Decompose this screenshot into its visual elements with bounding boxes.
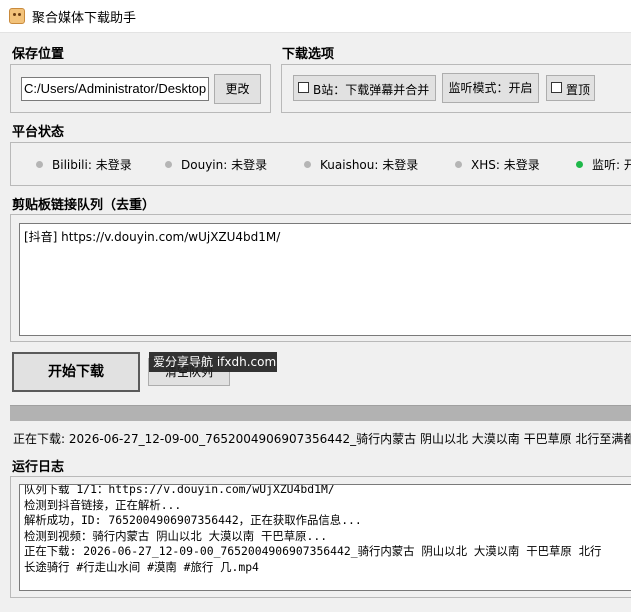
- log-line: 检测到视频：骑行内蒙古 阴山以北 大漠以南 干巴草原...: [24, 528, 328, 543]
- window-title: 聚合媒体下载助手: [32, 11, 137, 26]
- log-line: 检测到抖音链接，正在解析...: [24, 497, 182, 512]
- bilibili-danmaku-checkbox[interactable]: [298, 82, 309, 93]
- queue-item[interactable]: [抖音] https://v.douyin.com/wUjXZU4bd1M/: [24, 228, 627, 245]
- download-progress-bar: [10, 405, 631, 421]
- status-dot-icon: [455, 161, 462, 168]
- status-dot-icon: [165, 161, 172, 168]
- status-dot-icon: [36, 161, 43, 168]
- status-monitor: 监听: 开: [576, 156, 631, 173]
- log-line: 长途骑行 #行走山水间 #漠南 #旅行 几.mp4: [24, 559, 259, 574]
- log-line: 正在下载: 2026-06-27_12-09-00_76520049069073…: [24, 544, 602, 559]
- watermark-overlay: 爱分享导航 ifxdh.com: [149, 352, 277, 372]
- platform-status-label: 平台状态: [12, 125, 65, 140]
- status-dot-icon: [304, 161, 311, 168]
- status-kuaishou: Kuaishou: 未登录: [304, 156, 418, 173]
- log-line: 解析成功，ID: 7652004906907356442，正在获取作品信息...: [24, 513, 362, 528]
- run-log-text[interactable]: 队列下载 1/1：https://v.douyin.com/wUjXZU4bd1…: [19, 484, 631, 591]
- bilibili-danmaku-label: B站：下载弹幕并合并: [313, 83, 430, 97]
- queue-label: 剪贴板链接队列（去重）: [12, 198, 156, 213]
- title-bar: 聚合媒体下载助手: [0, 0, 631, 33]
- save-path-input[interactable]: C:/Users/Administrator/Desktop: [21, 77, 209, 101]
- start-download-button[interactable]: 开始下载: [12, 352, 140, 392]
- pin-top-checkbox[interactable]: [551, 82, 562, 93]
- pin-top-option[interactable]: 置顶: [546, 75, 595, 101]
- app-icon: [9, 8, 25, 24]
- log-line: 队列下载 1/1：https://v.douyin.com/wUjXZU4bd1…: [24, 484, 335, 496]
- download-options-label: 下载选项: [282, 47, 335, 62]
- queue-list[interactable]: [抖音] https://v.douyin.com/wUjXZU4bd1M/: [19, 223, 631, 336]
- change-path-button[interactable]: 更改: [214, 74, 261, 104]
- run-log-label: 运行日志: [12, 460, 65, 475]
- status-dot-active-icon: [576, 161, 583, 168]
- status-bilibili: Bilibili: 未登录: [36, 156, 132, 173]
- monitor-mode-button[interactable]: 监听模式：开启: [442, 73, 539, 103]
- bilibili-danmaku-option[interactable]: B站：下载弹幕并合并: [293, 75, 436, 101]
- save-location-label: 保存位置: [12, 47, 65, 62]
- current-download-status: 正在下载: 2026-06-27_12-09-00_76520049069073…: [13, 432, 631, 446]
- status-xhs: XHS: 未登录: [455, 156, 540, 173]
- pin-top-label: 置顶: [566, 83, 591, 97]
- status-douyin: Douyin: 未登录: [165, 156, 267, 173]
